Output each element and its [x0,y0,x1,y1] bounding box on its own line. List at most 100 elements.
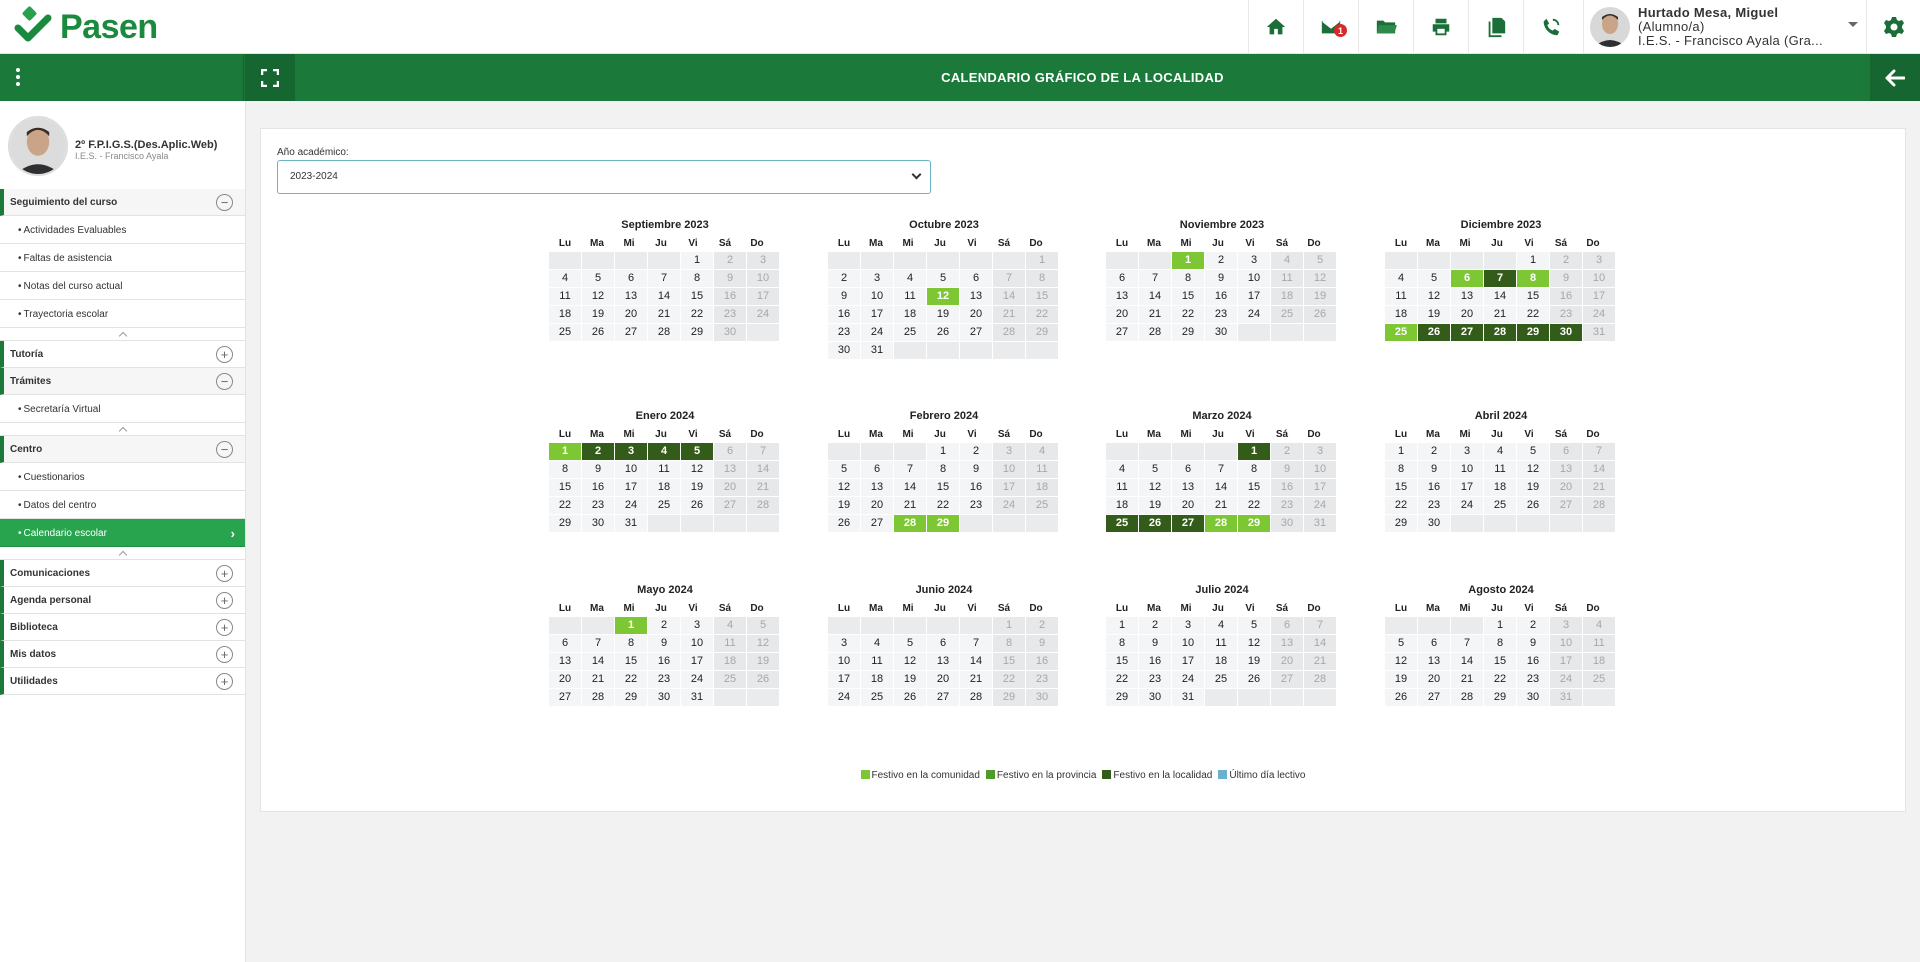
expand-plus-icon[interactable]: + [216,673,233,690]
back-button[interactable] [1870,54,1920,101]
documents-button[interactable] [1468,0,1523,54]
day-cell: 31 [1583,324,1615,341]
weekday-label: Ma [1147,238,1161,249]
weekday-label: Ma [1426,429,1440,440]
academic-year-select[interactable]: 2023-2024 [277,160,931,194]
sidebar-section[interactable]: Agenda personal + [0,587,245,614]
day-cell: 22 [1238,497,1270,514]
user-menu[interactable]: Hurtado Mesa, Miguel (Alumno/a) I.E.S. -… [1583,0,1866,54]
home-button[interactable] [1248,0,1303,54]
weekday-label: Sá [718,429,732,440]
expand-plus-icon[interactable]: + [216,592,233,609]
day-cell: 20 [960,306,992,323]
day-grid: 1 2 3 4 5 6 7 8 9 10 11 12 13 14 15 16 17 18 19 20 21 22 23 24 2… [828,617,1060,707]
day-cell: 6 [1451,270,1483,287]
phone-button[interactable] [1523,0,1578,54]
expand-plus-icon[interactable]: + [216,346,233,363]
sidebar: 2º F.P.I.G.S.(Des.Aplic.Web) I.E.S. - Fr… [0,101,246,962]
sidebar-section[interactable]: Mis datos + [0,641,245,668]
fullscreen-button[interactable] [245,54,295,101]
sidebar-item[interactable]: Cuestionarios [0,463,245,491]
sidebar-menu-button[interactable] [0,54,244,101]
expand-plus-icon[interactable]: + [216,646,233,663]
settings-button[interactable] [1866,0,1920,54]
collapse-section-button[interactable] [0,423,245,436]
empty-day-cell [861,443,893,460]
weekday-label: Vi [1524,238,1534,249]
day-cell: 29 [1238,515,1270,532]
sidebar-item[interactable]: Faltas de asistencia [0,244,245,272]
sidebar-item[interactable]: Datos del centro [0,491,245,519]
day-cell: 16 [1517,653,1549,670]
day-cell: 16 [1139,653,1171,670]
weekday-header: Lu Ma Mi Ju Vi Sá Do [549,426,781,443]
sidebar-item[interactable]: Calendario escolar › [0,519,245,547]
expand-plus-icon[interactable]: + [216,565,233,582]
day-cell: 27 [1418,689,1450,706]
day-cell: 29 [1385,515,1417,532]
day-cell: 11 [861,653,893,670]
day-cell: 21 [993,306,1025,323]
sidebar-section[interactable]: Centro − [0,436,245,463]
sidebar-section[interactable]: Biblioteca + [0,614,245,641]
empty-day-cell [549,252,581,269]
empty-day-cell [828,617,860,634]
collapse-minus-icon[interactable]: − [216,373,233,390]
day-grid: 1 2 3 4 5 6 7 8 9 10 11 12 13 14 15 16 17 18 19 20 21 22 23 24 2… [549,252,781,342]
day-cell: 4 [1583,617,1615,634]
collapse-section-button[interactable] [0,328,245,341]
day-cell: 25 [648,497,680,514]
day-cell: 3 [993,443,1025,460]
pasen-logo[interactable]: Pasen [14,6,158,48]
mail-button[interactable]: 1 [1303,0,1358,54]
sidebar-item[interactable]: Actividades Evaluables [0,216,245,244]
day-cell: 6 [1106,270,1138,287]
weekday-label: Vi [1245,429,1255,440]
day-cell: 24 [615,497,647,514]
day-cell: 15 [1106,653,1138,670]
folder-button[interactable] [1358,0,1413,54]
sidebar-section[interactable]: Comunicaciones + [0,560,245,587]
empty-day-cell [927,617,959,634]
day-cell: 5 [1418,270,1450,287]
sidebar-item[interactable]: Trayectoria escolar [0,300,245,328]
day-cell: 12 [1418,288,1450,305]
day-cell: 5 [582,270,614,287]
collapse-minus-icon[interactable]: − [216,441,233,458]
day-cell: 16 [714,288,746,305]
weekday-header: Lu Ma Mi Ju Vi Sá Do [828,426,1060,443]
day-cell: 13 [714,461,746,478]
collapse-section-button[interactable] [0,547,245,560]
chevron-up-icon [118,550,127,560]
sidebar-section[interactable]: Trámites − [0,368,245,395]
day-cell: 10 [993,461,1025,478]
weekday-label: Lu [1394,429,1408,440]
day-cell: 2 [1418,443,1450,460]
user-info: Hurtado Mesa, Miguel (Alumno/a) I.E.S. -… [1638,6,1838,48]
empty-day-cell [1484,252,1516,269]
legend-label: Festivo en la comunidad [871,770,980,781]
day-cell: 30 [828,342,860,359]
day-cell: 16 [1550,288,1582,305]
print-button[interactable] [1413,0,1468,54]
sidebar-section[interactable]: Tutoría + [0,341,245,368]
weekday-label: Do [1586,429,1600,440]
day-cell: 28 [1304,671,1336,688]
sidebar-section[interactable]: Utilidades + [0,668,245,695]
chevron-down-icon [911,169,922,180]
day-cell: 12 [828,479,860,496]
weekday-label: Sá [997,238,1011,249]
sidebar-item[interactable]: Notas del curso actual [0,272,245,300]
sidebar-item[interactable]: Secretaría Virtual [0,395,245,423]
day-cell: 13 [1172,479,1204,496]
empty-day-cell [747,515,779,532]
day-cell: 22 [681,306,713,323]
day-cell: 31 [615,515,647,532]
expand-plus-icon[interactable]: + [216,619,233,636]
day-cell: 11 [1205,635,1237,652]
weekday-label: Lu [558,429,572,440]
empty-day-cell [582,617,614,634]
collapse-minus-icon[interactable]: − [216,194,233,211]
sidebar-section[interactable]: Seguimiento del curso − [0,189,245,216]
empty-day-cell [1106,443,1138,460]
